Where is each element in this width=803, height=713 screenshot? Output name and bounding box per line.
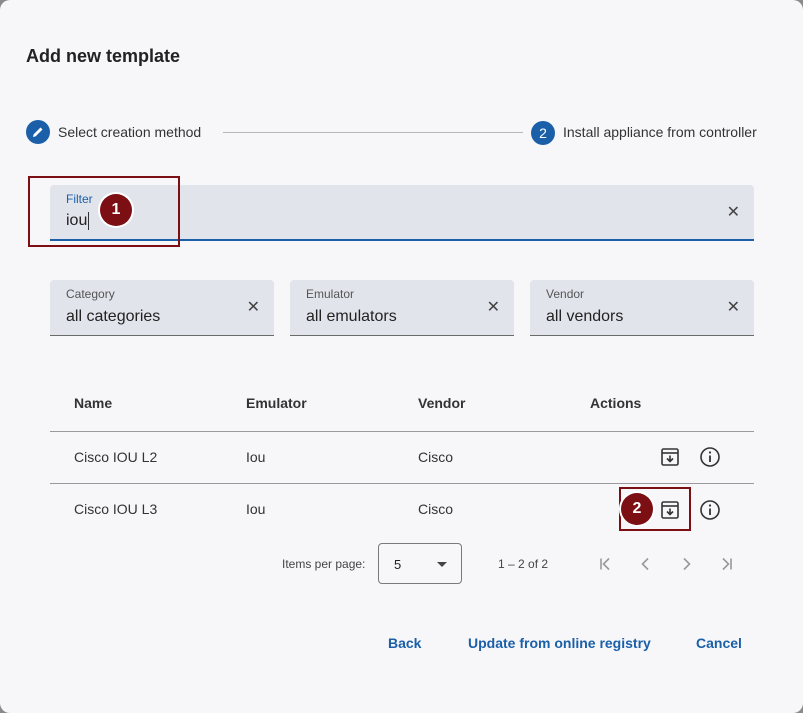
annotation-badge-2: 2 <box>621 493 653 525</box>
step-2-number[interactable]: 2 <box>531 121 555 145</box>
stepper-divider <box>223 132 523 133</box>
row-2-vendor: Cisco <box>418 501 454 517</box>
col-header-name[interactable]: Name <box>74 395 112 411</box>
items-per-page-label: Items per page: <box>282 557 366 571</box>
row-2-info-icon[interactable] <box>699 499 721 521</box>
row-1-emulator: Iou <box>246 449 266 465</box>
back-button[interactable]: Back <box>388 635 421 651</box>
annotation-badge-1: 1 <box>100 194 132 226</box>
vendor-value: all vendors <box>546 308 624 325</box>
category-select[interactable]: Category all categories ✕ <box>50 280 274 336</box>
prev-page-icon[interactable] <box>636 554 656 574</box>
row-1-install-icon[interactable] <box>659 446 681 468</box>
step-1-pencil-icon[interactable] <box>26 120 50 144</box>
header-divider <box>50 431 754 432</box>
filter-clear-icon[interactable]: ✕ <box>727 205 740 221</box>
row-divider <box>50 483 754 484</box>
emulator-clear-icon[interactable]: ✕ <box>487 300 500 316</box>
vendor-select[interactable]: Vendor all vendors ✕ <box>530 280 754 336</box>
update-registry-button[interactable]: Update from online registry <box>468 635 651 651</box>
col-header-emulator[interactable]: Emulator <box>246 395 307 411</box>
add-template-dialog: Add new template Select creation method … <box>0 0 803 713</box>
next-page-icon[interactable] <box>676 554 696 574</box>
category-clear-icon[interactable]: ✕ <box>247 300 260 316</box>
caret-down-icon <box>437 562 447 567</box>
step-2-label[interactable]: Install appliance from controller <box>563 124 757 140</box>
emulator-select[interactable]: Emulator all emulators ✕ <box>290 280 514 336</box>
last-page-icon[interactable] <box>716 554 736 574</box>
row-2-name: Cisco IOU L3 <box>74 501 158 517</box>
category-value: all categories <box>66 308 161 325</box>
page-range-label: 1 – 2 of 2 <box>498 557 549 571</box>
vendor-clear-icon[interactable]: ✕ <box>727 300 740 316</box>
page-size-value: 5 <box>394 557 402 572</box>
first-page-icon[interactable] <box>596 554 616 574</box>
category-label: Category <box>66 287 115 301</box>
row-1-vendor: Cisco <box>418 449 454 465</box>
emulator-value: all emulators <box>306 308 397 325</box>
row-1-info-icon[interactable] <box>699 446 721 468</box>
row-1-name: Cisco IOU L2 <box>74 449 158 465</box>
row-2-emulator: Iou <box>246 501 266 517</box>
vendor-label: Vendor <box>546 287 585 301</box>
dialog-title: Add new template <box>26 46 181 66</box>
emulator-label: Emulator <box>306 287 355 301</box>
col-header-actions: Actions <box>590 395 642 411</box>
col-header-vendor[interactable]: Vendor <box>418 395 465 411</box>
pencil-icon <box>33 127 43 137</box>
page-size-select[interactable]: 5 <box>378 543 462 584</box>
step-1-label[interactable]: Select creation method <box>58 124 201 140</box>
cancel-button[interactable]: Cancel <box>696 635 742 651</box>
